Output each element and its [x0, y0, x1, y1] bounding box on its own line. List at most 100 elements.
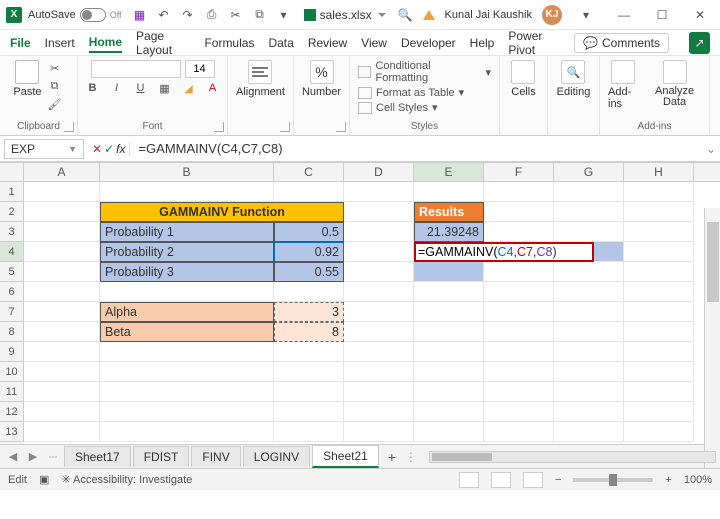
bold-button[interactable]: B: [84, 80, 102, 96]
view-page-layout-button[interactable]: [491, 472, 511, 488]
filename-display[interactable]: sales.xlsx: [304, 8, 386, 22]
enter-formula-button[interactable]: ✓: [104, 142, 114, 156]
sheet-tab-finv[interactable]: FINV: [191, 446, 240, 467]
copy-icon[interactable]: ⧉: [252, 7, 268, 23]
cell-beta-label[interactable]: Beta: [100, 322, 274, 342]
sheet-tab-fdist[interactable]: FDIST: [133, 446, 190, 467]
comments-button[interactable]: 💬 Comments: [574, 33, 669, 53]
col-header-g[interactable]: G: [554, 163, 624, 181]
row-header-2[interactable]: 2: [0, 202, 24, 222]
zoom-out-button[interactable]: −: [555, 474, 561, 486]
font-launcher-icon[interactable]: [214, 122, 224, 132]
name-box[interactable]: EXP ▼: [4, 139, 84, 159]
format-painter-button[interactable]: 🖌: [46, 96, 64, 112]
close-button[interactable]: ✕: [686, 1, 714, 29]
border-button[interactable]: ▦: [156, 80, 174, 96]
row-header-7[interactable]: 7: [0, 302, 24, 322]
cell-prob2-label[interactable]: Probability 2: [100, 242, 274, 262]
vertical-scrollbar[interactable]: [704, 208, 720, 468]
macro-record-icon[interactable]: ▣: [39, 473, 49, 486]
number-launcher-icon[interactable]: [336, 122, 346, 132]
cell-prob2-value[interactable]: 0.92: [274, 242, 344, 262]
fx-icon[interactable]: fx: [116, 142, 125, 156]
clipboard-launcher-icon[interactable]: [64, 122, 74, 132]
font-name-select[interactable]: [91, 60, 181, 78]
undo-icon[interactable]: ↶: [156, 7, 172, 23]
tab-power-pivot[interactable]: Power Pivot: [508, 27, 560, 59]
print-icon[interactable]: ⎙: [204, 7, 220, 23]
row-header-12[interactable]: 12: [0, 402, 24, 422]
tab-review[interactable]: Review: [308, 34, 347, 52]
col-header-d[interactable]: D: [344, 163, 414, 181]
ribbon-options-icon[interactable]: ▾: [572, 1, 600, 29]
autosave-toggle[interactable]: [80, 8, 106, 22]
col-header-c[interactable]: C: [274, 163, 344, 181]
formula-input[interactable]: =GAMMAINV(C4,C7,C8): [130, 139, 702, 158]
autosave-control[interactable]: AutoSave Off: [28, 8, 122, 22]
copy-button[interactable]: ⧉: [46, 78, 64, 94]
row-header-9[interactable]: 9: [0, 342, 24, 362]
tab-page-layout[interactable]: Page Layout: [136, 27, 190, 59]
tab-developer[interactable]: Developer: [401, 34, 456, 52]
col-header-e[interactable]: E: [414, 163, 484, 181]
user-name[interactable]: Kunal Jai Kaushik: [445, 9, 532, 21]
sheet-nav-more[interactable]: ∙∙∙: [44, 451, 62, 463]
cell-result1[interactable]: 21.39248: [414, 222, 484, 242]
tab-data[interactable]: Data: [268, 34, 293, 52]
tab-formulas[interactable]: Formulas: [204, 34, 254, 52]
col-header-b[interactable]: B: [100, 163, 274, 181]
accessibility-status[interactable]: ✳ Accessibility: Investigate: [61, 473, 192, 486]
italic-button[interactable]: I: [108, 80, 126, 96]
fill-color-button[interactable]: ◢: [180, 80, 198, 96]
maximize-button[interactable]: ☐: [648, 1, 676, 29]
row-header-1[interactable]: 1: [0, 182, 24, 202]
col-header-f[interactable]: F: [484, 163, 554, 181]
minimize-button[interactable]: —: [610, 1, 638, 29]
scroll-thumb[interactable]: [707, 222, 719, 302]
cancel-formula-button[interactable]: ✕: [92, 142, 102, 156]
cell-prob3-label[interactable]: Probability 3: [100, 262, 274, 282]
number-button[interactable]: % Number: [302, 60, 341, 98]
font-color-button[interactable]: A: [204, 80, 222, 96]
cell-prob1-label[interactable]: Probability 1: [100, 222, 274, 242]
conditional-formatting-button[interactable]: Conditional Formatting▾: [358, 60, 491, 84]
analyze-data-button[interactable]: Analyze Data: [648, 60, 701, 110]
tab-file[interactable]: File: [10, 34, 31, 52]
view-normal-button[interactable]: [459, 472, 479, 488]
cell-beta-value[interactable]: 8: [274, 322, 344, 342]
sheet-tab-sheet21[interactable]: Sheet21: [312, 445, 379, 468]
select-all-corner[interactable]: [0, 163, 24, 181]
row-header-3[interactable]: 3: [0, 222, 24, 242]
tab-home[interactable]: Home: [89, 33, 122, 53]
cell-prob1-value[interactable]: 0.5: [274, 222, 344, 242]
redo-icon[interactable]: ↷: [180, 7, 196, 23]
cell-alpha-value[interactable]: 3: [274, 302, 344, 322]
cell-prob3-value[interactable]: 0.55: [274, 262, 344, 282]
font-size-select[interactable]: [185, 60, 215, 78]
row-header-5[interactable]: 5: [0, 262, 24, 282]
expand-formula-bar-button[interactable]: ⌄: [702, 142, 720, 156]
tab-view[interactable]: View: [361, 34, 387, 52]
zoom-slider[interactable]: [573, 478, 653, 482]
row-header-8[interactable]: 8: [0, 322, 24, 342]
format-as-table-button[interactable]: Format as Table▾: [358, 86, 464, 99]
horizontal-scrollbar[interactable]: [429, 451, 716, 463]
sheet-nav-next[interactable]: ▶: [24, 450, 42, 463]
paste-button[interactable]: Paste: [13, 60, 41, 112]
qat-customize-icon[interactable]: ▾: [276, 7, 292, 23]
sheet-tab-loginv[interactable]: LOGINV: [243, 446, 310, 467]
cell-results-header[interactable]: Results: [414, 202, 484, 222]
underline-button[interactable]: U: [132, 80, 150, 96]
sheet-tab-sheet17[interactable]: Sheet17: [64, 446, 131, 467]
col-header-h[interactable]: H: [624, 163, 694, 181]
row-header-4[interactable]: 4: [0, 242, 24, 262]
row-header-6[interactable]: 6: [0, 282, 24, 302]
cell-alpha-label[interactable]: Alpha: [100, 302, 274, 322]
sheet-nav-prev[interactable]: ◀: [4, 450, 22, 463]
cells-area[interactable]: GAMMAINV Function Results Probability 1 …: [24, 182, 720, 444]
zoom-level[interactable]: 100%: [684, 474, 712, 486]
share-button[interactable]: ↗: [689, 32, 710, 54]
row-header-10[interactable]: 10: [0, 362, 24, 382]
row-header-13[interactable]: 13: [0, 422, 24, 442]
scroll-thumb[interactable]: [432, 453, 492, 461]
